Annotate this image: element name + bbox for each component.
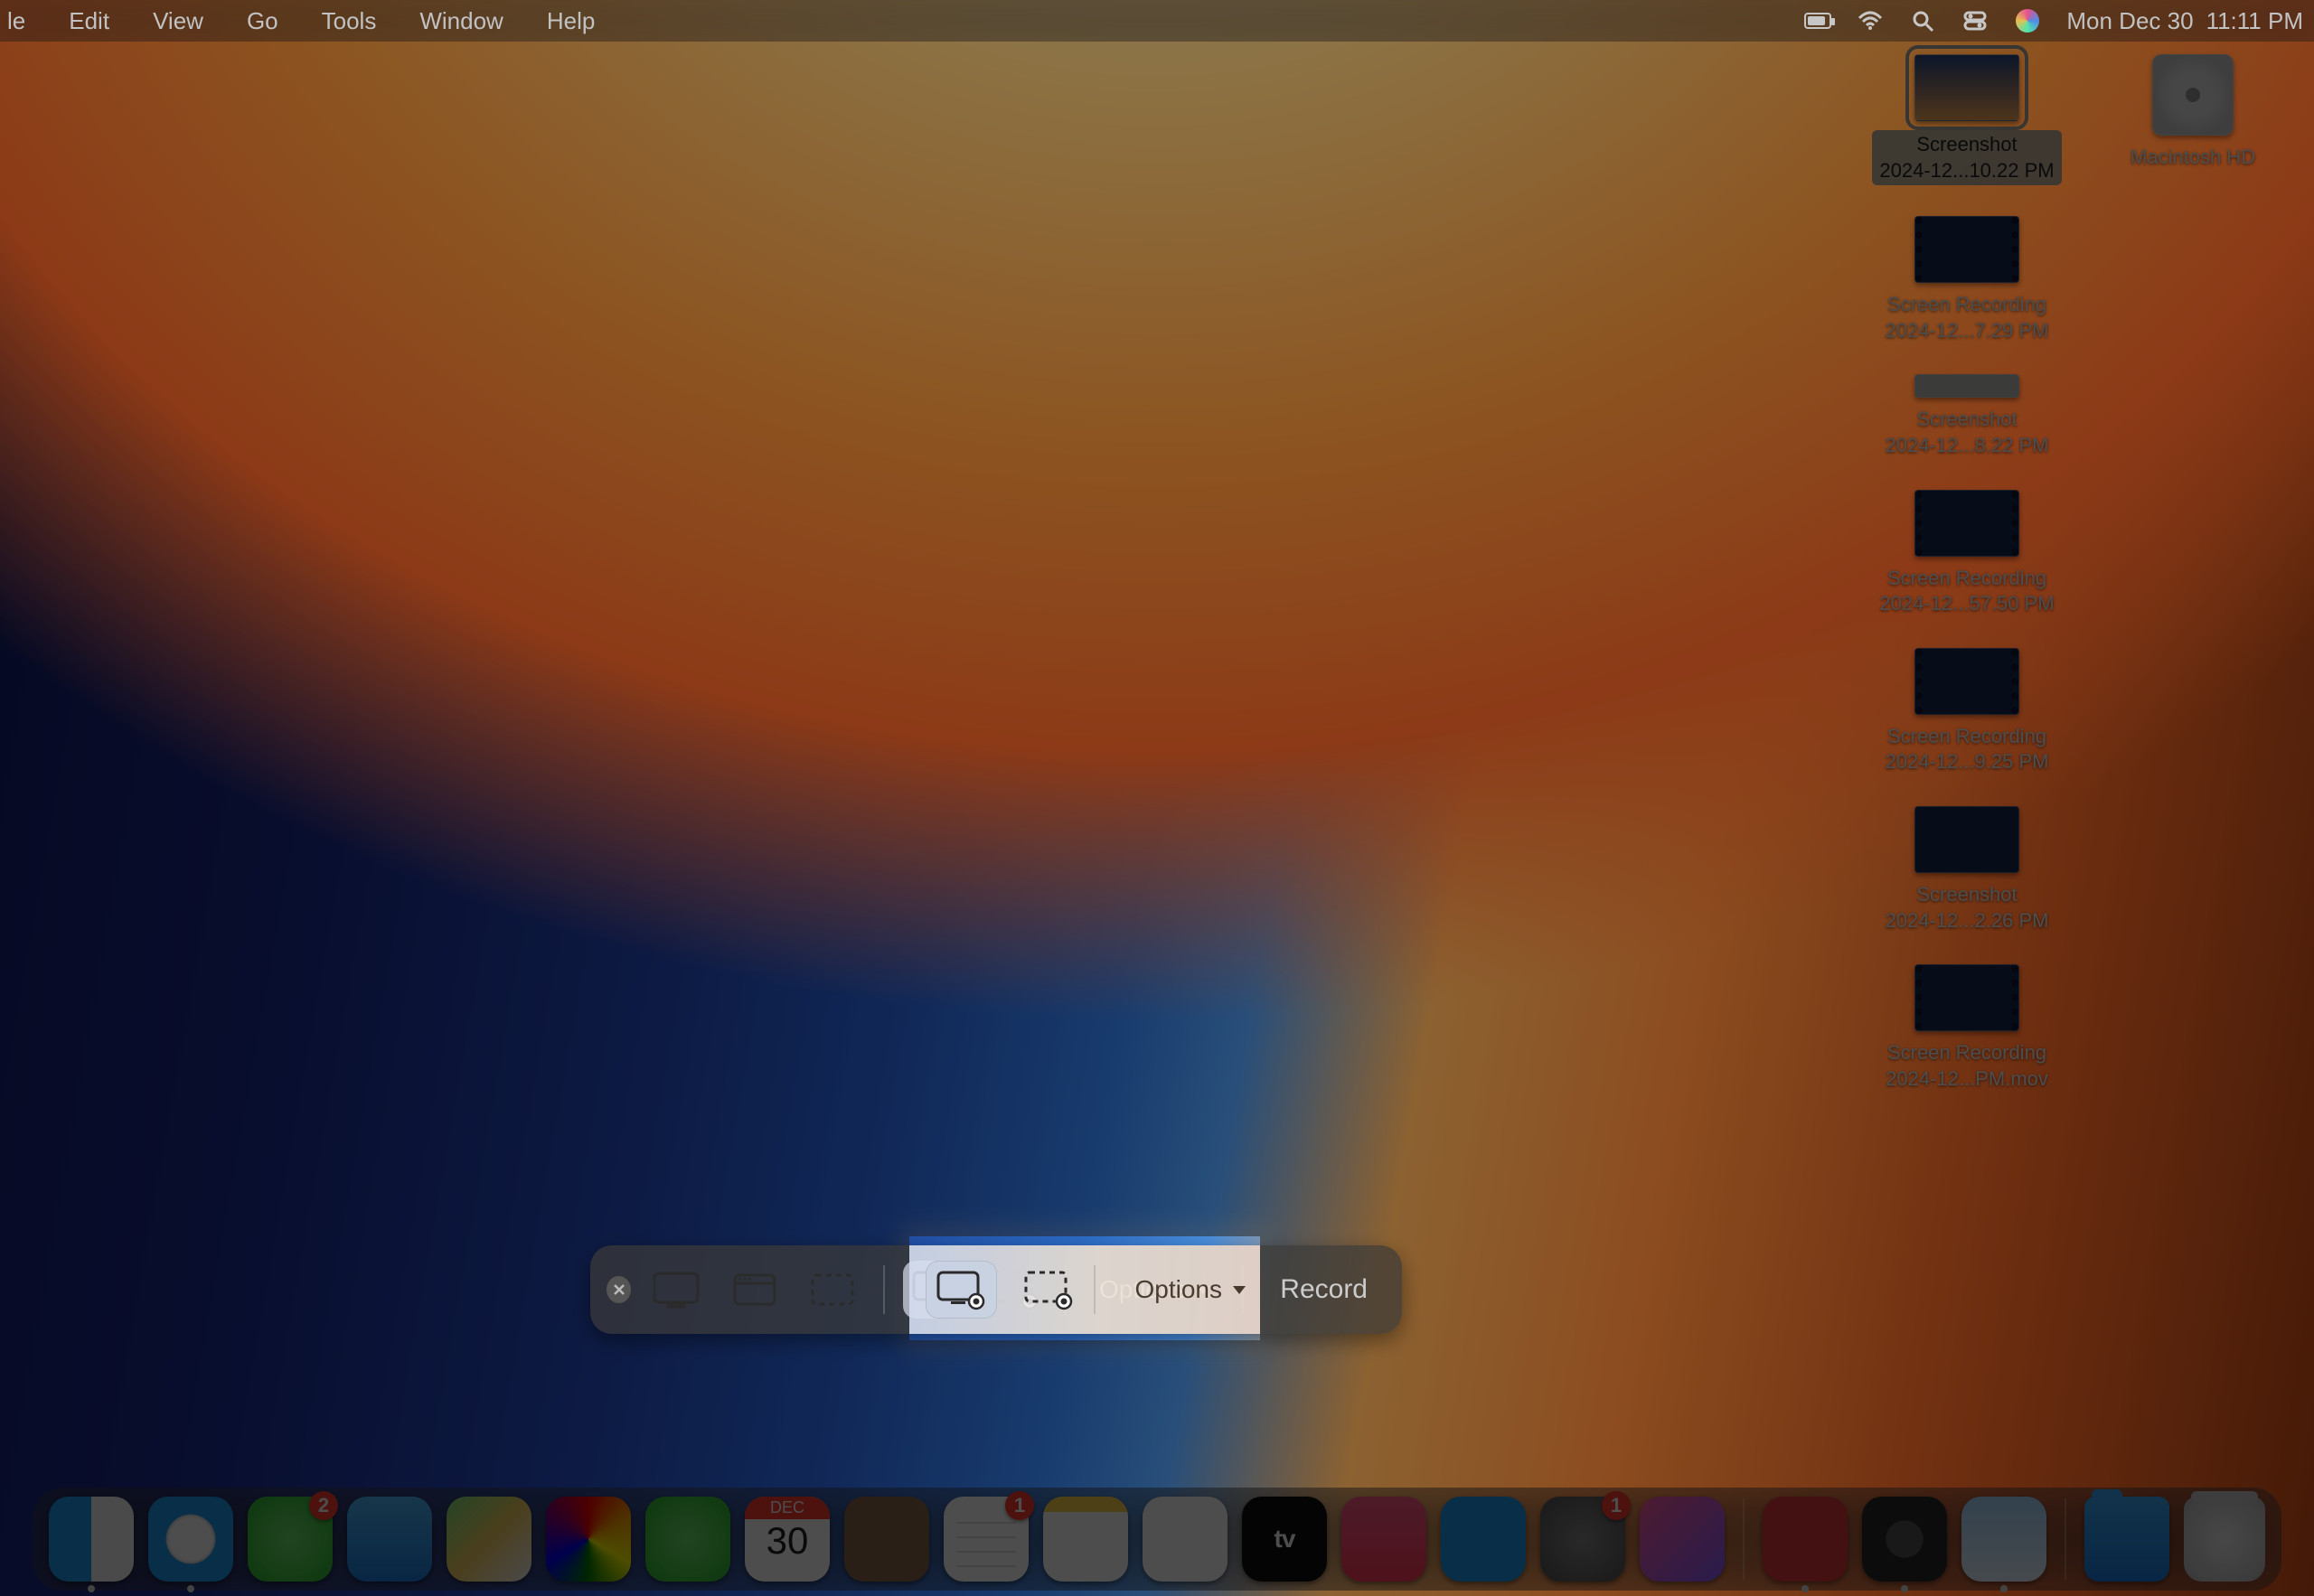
toolbar-divider — [883, 1265, 885, 1314]
badge: 1 — [1005, 1491, 1034, 1520]
record-portion-button[interactable] — [982, 1261, 1047, 1319]
dock-app-folder[interactable] — [2084, 1497, 2169, 1582]
capture-window-button[interactable] — [722, 1261, 787, 1319]
dock-app-tv[interactable]: tv — [1242, 1497, 1327, 1582]
dock-app-rec1[interactable] — [1763, 1497, 1848, 1582]
desktop-icon[interactable]: Screenshot2024-12...2.26 PM — [1867, 806, 2066, 934]
running-indicator — [88, 1585, 95, 1592]
dock-app-quicktime[interactable] — [1862, 1497, 1947, 1582]
dock-app-appstore[interactable] — [1441, 1497, 1526, 1582]
menubar-time: 11:11 PM — [2206, 7, 2303, 35]
desktop-icon[interactable]: Screen Recording2024-12...57.50 PM — [1867, 490, 2066, 617]
running-indicator — [1901, 1585, 1908, 1592]
menu-window[interactable]: Window — [414, 4, 508, 39]
file-thumbnail-icon — [1914, 374, 2019, 398]
dock-app-settings[interactable]: 1 — [1540, 1497, 1625, 1582]
record-button[interactable]: Record — [1262, 1274, 1386, 1305]
badge: 1 — [1602, 1491, 1631, 1520]
dock-app-messages[interactable]: 2 — [248, 1497, 333, 1582]
desktop-icon[interactable]: Screen Recording2024-12...7.29 PM — [1867, 216, 2066, 343]
desktop-icon-label: Screen Recording2024-12...PM.mov — [1886, 1040, 2048, 1092]
dock-app-maps[interactable] — [447, 1497, 531, 1582]
desktop-icon[interactable]: Screen Recording2024-12...PM.mov — [1867, 964, 2066, 1092]
disk-icon — [2152, 54, 2234, 136]
toolbar-divider-3 — [1242, 1265, 1244, 1314]
menu-edit[interactable]: Edit — [63, 4, 115, 39]
siri-icon[interactable] — [2014, 11, 2041, 31]
desktop-icon-label: Screen Recording2024-12...57.50 PM — [1879, 566, 2054, 617]
dock-app-mail[interactable] — [347, 1497, 432, 1582]
desktop-icons: Screenshot2024-12...10.22 PM Macintosh HD… — [1867, 54, 2292, 1092]
menu-tools[interactable]: Tools — [316, 4, 382, 39]
file-thumbnail-icon — [1914, 648, 2019, 715]
dock-app-facetime[interactable] — [645, 1497, 730, 1582]
dock-app-preview[interactable] — [1961, 1497, 2046, 1582]
spotlight-search-icon[interactable] — [1909, 11, 1936, 31]
dock-app-reminders[interactable]: 1 — [944, 1497, 1029, 1582]
wifi-icon[interactable] — [1857, 11, 1884, 31]
running-indicator — [1801, 1585, 1809, 1592]
dock-separator — [2065, 1498, 2066, 1580]
desktop-icon-label: Screen Recording2024-12...7.29 PM — [1885, 292, 2048, 343]
screenshot-toolbar: Options Record — [590, 1245, 1402, 1334]
dock: 2 DEC30 1 tv 1 — [33, 1488, 2281, 1591]
dock-app-calendar[interactable]: DEC30 — [745, 1497, 830, 1582]
file-thumbnail-icon — [1914, 806, 2019, 873]
menu-help[interactable]: Help — [541, 4, 600, 39]
file-thumbnail-icon — [1914, 490, 2019, 557]
badge: 2 — [309, 1491, 338, 1520]
dock-app-shortcuts[interactable] — [1640, 1497, 1725, 1582]
capture-portion-button[interactable] — [800, 1261, 865, 1319]
dock-app-notes[interactable] — [1043, 1497, 1128, 1582]
close-toolbar-button[interactable] — [607, 1276, 631, 1303]
running-indicator — [2000, 1585, 2008, 1592]
options-menu[interactable]: Options — [1085, 1275, 1225, 1304]
dock-app-freeform[interactable] — [1143, 1497, 1228, 1582]
menu-go[interactable]: Go — [241, 4, 284, 39]
options-label: Options — [1099, 1275, 1187, 1304]
desktop-icon-label: Screenshot2024-12...8.22 PM — [1885, 407, 2048, 458]
dock-app-safari[interactable] — [148, 1497, 233, 1582]
file-thumbnail-icon — [1914, 216, 2019, 283]
capture-entire-screen-button[interactable] — [644, 1261, 709, 1319]
file-thumbnail-icon — [1914, 964, 2019, 1031]
desktop-icon[interactable]: Screenshot2024-12...8.22 PM — [1867, 374, 2066, 458]
battery-icon — [1804, 11, 1831, 31]
desktop-icon-label: Screenshot2024-12...10.22 PM — [1872, 130, 2061, 185]
dock-app-finder[interactable] — [49, 1497, 134, 1582]
menubar-clock[interactable]: Mon Dec 30 11:11 PM — [2066, 7, 2303, 35]
menubar: le Edit View Go Tools Window Help Mon Dec 30 1… — [0, 0, 2314, 42]
menu-le[interactable]: le — [2, 4, 31, 39]
record-entire-screen-button[interactable] — [903, 1261, 968, 1319]
dock-trash[interactable] — [2184, 1497, 2265, 1582]
menubar-status: Mon Dec 30 11:11 PM — [1804, 7, 2303, 35]
chevron-down-icon — [1197, 1286, 1209, 1294]
dock-app-music[interactable] — [1341, 1497, 1426, 1582]
desktop-icon[interactable]: Macintosh HD — [2093, 54, 2292, 185]
dock-separator — [1743, 1498, 1745, 1580]
desktop-icon-label: Screen Recording2024-12...9.25 PM — [1885, 724, 2048, 775]
record-label: Record — [1280, 1274, 1368, 1304]
menu-view[interactable]: View — [147, 4, 209, 39]
menubar-date: Mon Dec 30 — [2066, 7, 2193, 35]
dock-app-photos[interactable] — [546, 1497, 631, 1582]
control-center-icon[interactable] — [1961, 11, 1989, 31]
toolbar-divider-2 — [1065, 1265, 1067, 1314]
desktop-icon[interactable]: Screenshot2024-12...10.22 PM — [1867, 54, 2066, 185]
file-thumbnail-icon — [1914, 54, 2019, 121]
desktop-icon[interactable]: Screen Recording2024-12...9.25 PM — [1867, 648, 2066, 775]
desktop-icon-label: Screenshot2024-12...2.26 PM — [1885, 882, 2048, 934]
desktop-icon-label: Macintosh HD — [2131, 145, 2255, 171]
running-indicator — [187, 1585, 194, 1592]
dock-app-contacts[interactable] — [844, 1497, 929, 1582]
